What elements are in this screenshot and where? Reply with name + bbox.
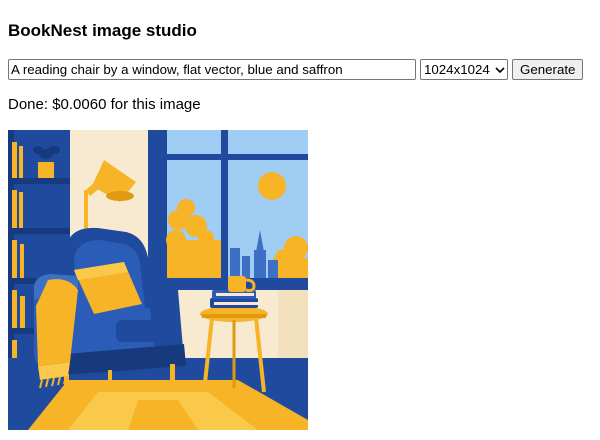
status-text: Done: $0.0060 for this image: [8, 96, 201, 113]
size-select[interactable]: 1024x1024: [420, 59, 508, 80]
prompt-input[interactable]: [8, 59, 416, 80]
page-title: BookNest image studio: [8, 21, 197, 40]
chevron-down-icon: [495, 66, 505, 73]
size-select-value: 1024x1024: [424, 62, 490, 77]
reading-room-illustration: [8, 130, 308, 430]
generated-image: [8, 130, 308, 430]
generate-button[interactable]: Generate: [512, 59, 584, 80]
generate-form: 1024x1024 Generate: [8, 59, 584, 80]
